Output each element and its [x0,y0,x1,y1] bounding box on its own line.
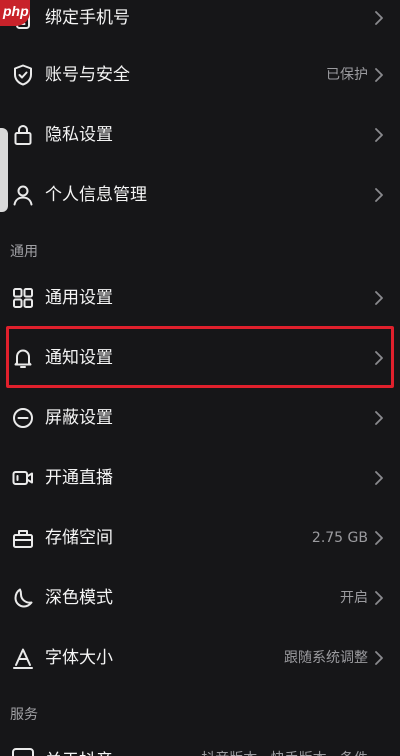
settings-row-live[interactable]: 开通直播 [0,448,400,508]
php-watermark-logo: php [0,0,30,26]
chevron-right-icon [372,350,386,366]
settings-row-value: 跟随系统调整 [284,650,368,666]
grid-icon [11,286,35,310]
chevron-right-icon [372,67,386,83]
block-minus-icon [11,406,35,430]
video-camera-icon [11,466,35,490]
settings-row-label: 通知设置 [45,348,113,368]
settings-row-value: 已保护 [326,67,368,83]
settings-row-label: 字体大小 [45,648,113,668]
settings-row-label: 账号与安全 [45,65,130,85]
chevron-right-icon [372,127,386,143]
settings-row-personal-info[interactable]: 个人信息管理 [0,165,400,225]
settings-row-block[interactable]: 屏蔽设置 [0,388,400,448]
chevron-right-icon [372,410,386,426]
settings-row-value: 抖音版本 · 快手版本 · 条件 [201,748,368,756]
settings-row-font-size[interactable]: 字体大小 跟随系统调整 [0,628,400,688]
section-title-general: 通用 [10,244,38,260]
settings-row-label: 隐私设置 [45,125,113,145]
settings-row-label: 通用设置 [45,288,113,308]
chevron-right-icon [372,10,386,26]
moon-icon [11,586,35,610]
lock-icon [11,123,35,147]
side-edge-handle[interactable] [0,128,8,212]
chevron-right-icon [372,470,386,486]
settings-row-label: 开通直播 [45,468,113,488]
settings-row-dark-mode[interactable]: 深色模式 开启 [0,568,400,628]
bell-icon [11,346,35,370]
settings-row-label: 深色模式 [45,588,113,608]
chevron-right-icon [372,187,386,203]
shield-check-icon [11,63,35,87]
settings-row-storage[interactable]: 存储空间 2.75 GB [0,508,400,568]
settings-row-bind-phone[interactable]: 绑定手机号 [0,0,400,48]
about-icon [12,748,34,756]
chevron-right-icon [372,650,386,666]
storage-box-icon [11,526,35,550]
font-size-icon [11,646,35,670]
person-icon [11,183,35,207]
settings-row-value: 开启 [340,590,368,606]
section-title-services: 服务 [10,707,38,723]
settings-row-general[interactable]: 通用设置 [0,268,400,328]
chevron-right-icon [372,530,386,546]
settings-row-label: 屏蔽设置 [45,408,113,428]
settings-row-account-security[interactable]: 账号与安全 已保护 [0,45,400,105]
settings-row-label: 个人信息管理 [45,185,147,205]
settings-row-about[interactable]: 关于抖音 抖音版本 · 快手版本 · 条件 [0,738,400,756]
settings-row-label: 绑定手机号 [45,8,130,28]
settings-row-label: 关于抖音 [45,746,113,756]
settings-row-notifications[interactable]: 通知设置 [0,328,400,388]
chevron-right-icon [372,290,386,306]
chevron-right-icon [372,590,386,606]
settings-row-value: 2.75 GB [311,530,368,546]
settings-row-label: 存储空间 [45,528,113,548]
settings-row-privacy[interactable]: 隐私设置 [0,105,400,165]
